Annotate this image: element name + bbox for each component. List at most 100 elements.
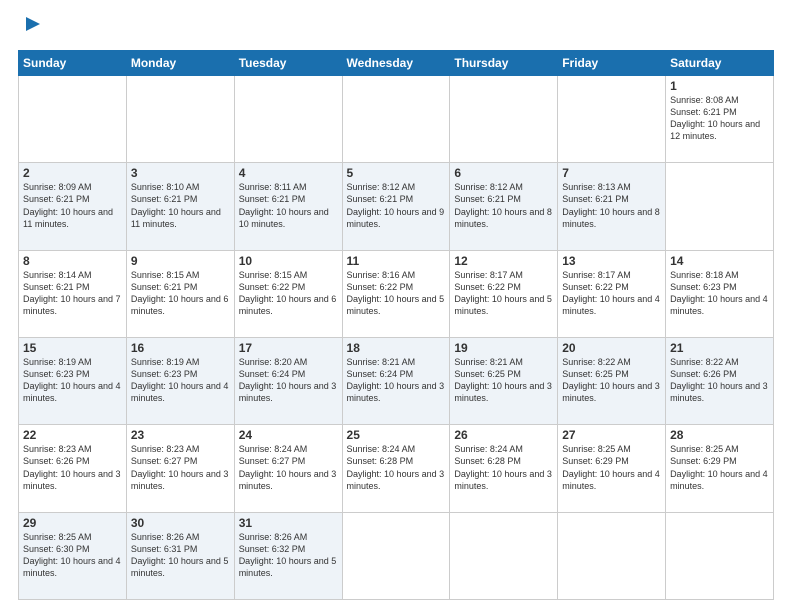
- day-info: Sunrise: 8:15 AMSunset: 6:22 PMDaylight:…: [239, 269, 338, 318]
- day-of-week-header: Tuesday: [234, 51, 342, 76]
- calendar-day-cell: 17Sunrise: 8:20 AMSunset: 6:24 PMDayligh…: [234, 337, 342, 424]
- empty-cell: [126, 76, 234, 163]
- calendar-day-cell: 10Sunrise: 8:15 AMSunset: 6:22 PMDayligh…: [234, 250, 342, 337]
- calendar-day-cell: 31Sunrise: 8:26 AMSunset: 6:32 PMDayligh…: [234, 512, 342, 599]
- day-of-week-header: Sunday: [19, 51, 127, 76]
- day-number: 31: [239, 516, 338, 530]
- calendar-day-cell: 22Sunrise: 8:23 AMSunset: 6:26 PMDayligh…: [19, 425, 127, 512]
- calendar-day-cell: 26Sunrise: 8:24 AMSunset: 6:28 PMDayligh…: [450, 425, 558, 512]
- calendar-day-cell: 18Sunrise: 8:21 AMSunset: 6:24 PMDayligh…: [342, 337, 450, 424]
- day-number: 26: [454, 428, 553, 442]
- calendar-day-cell: 16Sunrise: 8:19 AMSunset: 6:23 PMDayligh…: [126, 337, 234, 424]
- day-number: 7: [562, 166, 661, 180]
- day-number: 27: [562, 428, 661, 442]
- day-number: 22: [23, 428, 122, 442]
- empty-cell: [450, 76, 558, 163]
- calendar-day-cell: 21Sunrise: 8:22 AMSunset: 6:26 PMDayligh…: [666, 337, 774, 424]
- day-number: 30: [131, 516, 230, 530]
- day-info: Sunrise: 8:26 AMSunset: 6:32 PMDaylight:…: [239, 531, 338, 580]
- calendar-week-row: 8Sunrise: 8:14 AMSunset: 6:21 PMDaylight…: [19, 250, 774, 337]
- day-number: 9: [131, 254, 230, 268]
- calendar-week-row: 15Sunrise: 8:19 AMSunset: 6:23 PMDayligh…: [19, 337, 774, 424]
- day-info: Sunrise: 8:24 AMSunset: 6:28 PMDaylight:…: [454, 443, 553, 492]
- day-info: Sunrise: 8:19 AMSunset: 6:23 PMDaylight:…: [23, 356, 122, 405]
- day-info: Sunrise: 8:23 AMSunset: 6:27 PMDaylight:…: [131, 443, 230, 492]
- day-number: 18: [347, 341, 446, 355]
- calendar-day-cell: 4Sunrise: 8:11 AMSunset: 6:21 PMDaylight…: [234, 163, 342, 250]
- day-info: Sunrise: 8:22 AMSunset: 6:26 PMDaylight:…: [670, 356, 769, 405]
- day-info: Sunrise: 8:21 AMSunset: 6:25 PMDaylight:…: [454, 356, 553, 405]
- day-of-week-header: Wednesday: [342, 51, 450, 76]
- day-info: Sunrise: 8:10 AMSunset: 6:21 PMDaylight:…: [131, 181, 230, 230]
- calendar-week-row: 29Sunrise: 8:25 AMSunset: 6:30 PMDayligh…: [19, 512, 774, 599]
- calendar-day-cell: 13Sunrise: 8:17 AMSunset: 6:22 PMDayligh…: [558, 250, 666, 337]
- empty-cell: [342, 512, 450, 599]
- day-info: Sunrise: 8:17 AMSunset: 6:22 PMDaylight:…: [562, 269, 661, 318]
- day-number: 12: [454, 254, 553, 268]
- calendar-day-cell: 3Sunrise: 8:10 AMSunset: 6:21 PMDaylight…: [126, 163, 234, 250]
- calendar-day-cell: 12Sunrise: 8:17 AMSunset: 6:22 PMDayligh…: [450, 250, 558, 337]
- day-info: Sunrise: 8:15 AMSunset: 6:21 PMDaylight:…: [131, 269, 230, 318]
- logo: [18, 18, 44, 40]
- day-number: 4: [239, 166, 338, 180]
- day-number: 11: [347, 254, 446, 268]
- day-of-week-header: Friday: [558, 51, 666, 76]
- empty-cell: [450, 512, 558, 599]
- day-number: 15: [23, 341, 122, 355]
- day-info: Sunrise: 8:23 AMSunset: 6:26 PMDaylight:…: [23, 443, 122, 492]
- calendar-day-cell: 2Sunrise: 8:09 AMSunset: 6:21 PMDaylight…: [19, 163, 127, 250]
- day-number: 28: [670, 428, 769, 442]
- empty-cell: [19, 76, 127, 163]
- day-info: Sunrise: 8:20 AMSunset: 6:24 PMDaylight:…: [239, 356, 338, 405]
- calendar-day-cell: 1Sunrise: 8:08 AMSunset: 6:21 PMDaylight…: [666, 76, 774, 163]
- day-number: 6: [454, 166, 553, 180]
- day-of-week-header: Saturday: [666, 51, 774, 76]
- calendar-day-cell: 7Sunrise: 8:13 AMSunset: 6:21 PMDaylight…: [558, 163, 666, 250]
- day-info: Sunrise: 8:09 AMSunset: 6:21 PMDaylight:…: [23, 181, 122, 230]
- calendar-day-cell: 30Sunrise: 8:26 AMSunset: 6:31 PMDayligh…: [126, 512, 234, 599]
- calendar-table: SundayMondayTuesdayWednesdayThursdayFrid…: [18, 50, 774, 600]
- calendar-day-cell: 9Sunrise: 8:15 AMSunset: 6:21 PMDaylight…: [126, 250, 234, 337]
- calendar-day-cell: 24Sunrise: 8:24 AMSunset: 6:27 PMDayligh…: [234, 425, 342, 512]
- empty-cell: [558, 512, 666, 599]
- calendar-day-cell: 8Sunrise: 8:14 AMSunset: 6:21 PMDaylight…: [19, 250, 127, 337]
- day-number: 5: [347, 166, 446, 180]
- day-number: 14: [670, 254, 769, 268]
- day-info: Sunrise: 8:25 AMSunset: 6:30 PMDaylight:…: [23, 531, 122, 580]
- day-number: 17: [239, 341, 338, 355]
- calendar-day-cell: 25Sunrise: 8:24 AMSunset: 6:28 PMDayligh…: [342, 425, 450, 512]
- calendar-day-cell: 14Sunrise: 8:18 AMSunset: 6:23 PMDayligh…: [666, 250, 774, 337]
- calendar-week-row: 2Sunrise: 8:09 AMSunset: 6:21 PMDaylight…: [19, 163, 774, 250]
- calendar-day-cell: 11Sunrise: 8:16 AMSunset: 6:22 PMDayligh…: [342, 250, 450, 337]
- day-number: 21: [670, 341, 769, 355]
- day-info: Sunrise: 8:24 AMSunset: 6:28 PMDaylight:…: [347, 443, 446, 492]
- day-info: Sunrise: 8:12 AMSunset: 6:21 PMDaylight:…: [454, 181, 553, 230]
- day-info: Sunrise: 8:08 AMSunset: 6:21 PMDaylight:…: [670, 94, 769, 143]
- day-info: Sunrise: 8:19 AMSunset: 6:23 PMDaylight:…: [131, 356, 230, 405]
- calendar-header-row: SundayMondayTuesdayWednesdayThursdayFrid…: [19, 51, 774, 76]
- day-info: Sunrise: 8:11 AMSunset: 6:21 PMDaylight:…: [239, 181, 338, 230]
- calendar-week-row: 22Sunrise: 8:23 AMSunset: 6:26 PMDayligh…: [19, 425, 774, 512]
- day-info: Sunrise: 8:21 AMSunset: 6:24 PMDaylight:…: [347, 356, 446, 405]
- calendar-day-cell: 19Sunrise: 8:21 AMSunset: 6:25 PMDayligh…: [450, 337, 558, 424]
- calendar-day-cell: 15Sunrise: 8:19 AMSunset: 6:23 PMDayligh…: [19, 337, 127, 424]
- calendar-day-cell: 29Sunrise: 8:25 AMSunset: 6:30 PMDayligh…: [19, 512, 127, 599]
- day-info: Sunrise: 8:26 AMSunset: 6:31 PMDaylight:…: [131, 531, 230, 580]
- day-number: 19: [454, 341, 553, 355]
- day-number: 10: [239, 254, 338, 268]
- page: SundayMondayTuesdayWednesdayThursdayFrid…: [0, 0, 792, 612]
- empty-cell: [342, 76, 450, 163]
- day-number: 13: [562, 254, 661, 268]
- calendar-day-cell: 5Sunrise: 8:12 AMSunset: 6:21 PMDaylight…: [342, 163, 450, 250]
- calendar-week-row: 1Sunrise: 8:08 AMSunset: 6:21 PMDaylight…: [19, 76, 774, 163]
- day-of-week-header: Monday: [126, 51, 234, 76]
- day-number: 3: [131, 166, 230, 180]
- day-number: 23: [131, 428, 230, 442]
- day-info: Sunrise: 8:14 AMSunset: 6:21 PMDaylight:…: [23, 269, 122, 318]
- day-info: Sunrise: 8:12 AMSunset: 6:21 PMDaylight:…: [347, 181, 446, 230]
- day-number: 20: [562, 341, 661, 355]
- header: [18, 18, 774, 40]
- calendar-day-cell: 28Sunrise: 8:25 AMSunset: 6:29 PMDayligh…: [666, 425, 774, 512]
- day-number: 16: [131, 341, 230, 355]
- day-info: Sunrise: 8:13 AMSunset: 6:21 PMDaylight:…: [562, 181, 661, 230]
